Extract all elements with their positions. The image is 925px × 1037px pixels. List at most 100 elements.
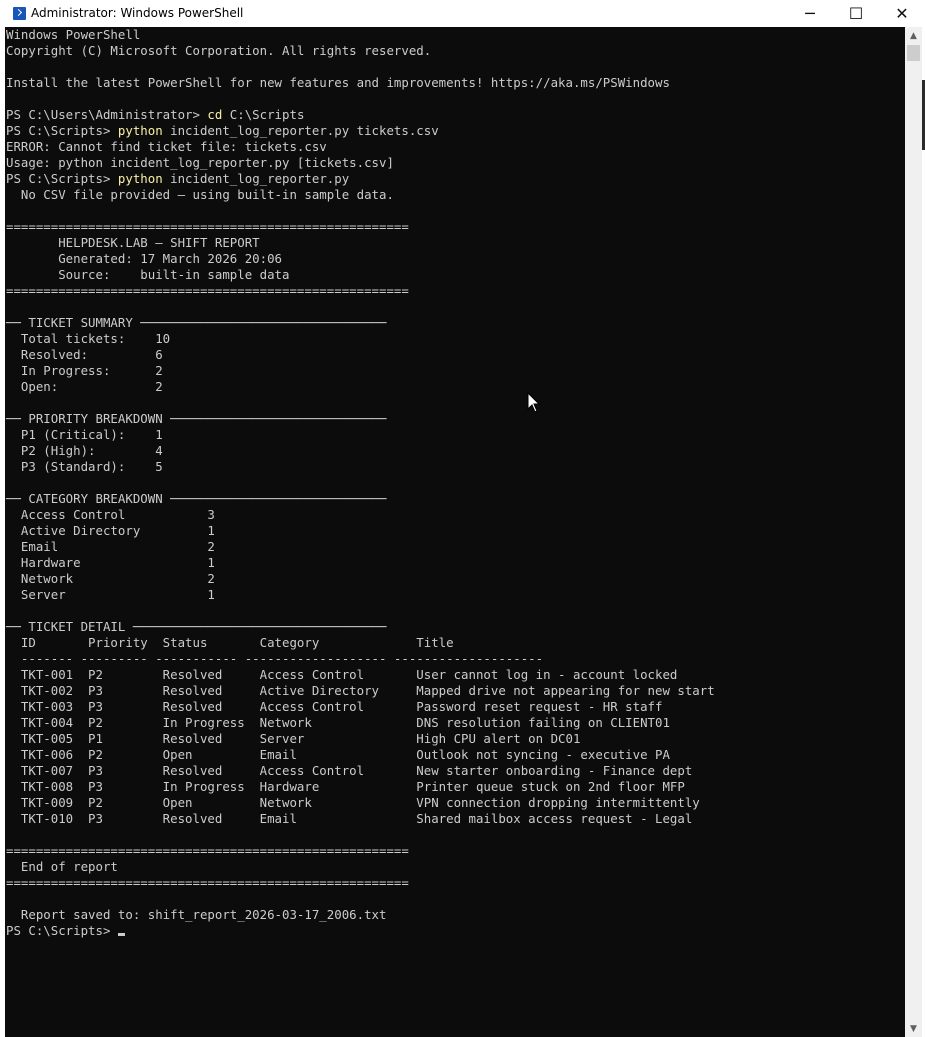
console-line: P3 (Standard): 5 [6, 459, 715, 475]
console-text: PS C:\Scripts> [6, 171, 118, 186]
console-line: TKT-005 P1 Resolved Server High CPU aler… [6, 731, 715, 747]
console-line: PS C:\Scripts> python incident_log_repor… [6, 123, 715, 139]
close-button[interactable]: ✕ [879, 0, 925, 26]
console-text: ========================================… [6, 843, 409, 858]
vertical-scrollbar[interactable]: ▲ ▼ [905, 27, 922, 1037]
console-line: Install the latest PowerShell for new fe… [6, 75, 715, 91]
console-text: ID Priority Status Category Title [6, 635, 454, 650]
console-line: PS C:\Users\Administrator> cd C:\Scripts [6, 107, 715, 123]
command-keyword: python [117, 123, 163, 138]
console-text: Install the latest PowerShell for new fe… [6, 75, 670, 90]
console-line: Active Directory 1 [6, 523, 715, 539]
console-line: In Progress: 2 [6, 363, 715, 379]
console-line: ERROR: Cannot find ticket file: tickets.… [6, 139, 715, 155]
console-text: Report saved to: shift_report_2026-03-17… [6, 907, 387, 922]
console-line: TKT-006 P2 Open Email Outlook not syncin… [6, 747, 715, 763]
console-line: TKT-009 P2 Open Network VPN connection d… [6, 795, 715, 811]
scroll-thumb[interactable] [907, 45, 920, 61]
console-text: P1 (Critical): 1 [6, 427, 163, 442]
console-text: ========================================… [6, 219, 409, 234]
console-line: Resolved: 6 [6, 347, 715, 363]
caption-buttons: ─ ☐ ✕ [787, 0, 925, 26]
console-text: TKT-001 P2 Resolved Access Control User … [6, 667, 678, 682]
powershell-icon [13, 6, 26, 20]
console-line: ========================================… [6, 843, 715, 859]
console-text: TKT-008 P3 In Progress Hardware Printer … [6, 779, 685, 794]
console-text: No CSV file provided — using built-in sa… [6, 187, 394, 202]
command-keyword: python [117, 171, 163, 186]
console-line: ── TICKET SUMMARY ──────────────────────… [6, 315, 715, 331]
console-line: Network 2 [6, 571, 715, 587]
console-text: HELPDESK.LAB — SHIFT REPORT [6, 235, 260, 250]
console-line: Server 1 [6, 587, 715, 603]
title-bar[interactable]: Administrator: Windows PowerShell ─ ☐ ✕ [0, 0, 925, 26]
console-line: Open: 2 [6, 379, 715, 395]
console-line: ========================================… [6, 875, 715, 891]
console-line: ── TICKET DETAIL ───────────────────────… [6, 619, 715, 635]
console-line: TKT-002 P3 Resolved Active Directory Map… [6, 683, 715, 699]
console-text: TKT-004 P2 In Progress Network DNS resol… [6, 715, 670, 730]
console-line: Generated: 17 March 2026 20:06 [6, 251, 715, 267]
console-text: End of report [6, 859, 118, 874]
console-text: Hardware 1 [6, 555, 215, 570]
console-line: TKT-007 P3 Resolved Access Control New s… [6, 763, 715, 779]
scroll-up-icon[interactable]: ▲ [905, 27, 922, 44]
console-text: PS C:\Scripts> [6, 923, 118, 938]
console-text: PS C:\Scripts> [6, 123, 118, 138]
console-line: P2 (High): 4 [6, 443, 715, 459]
console-text: TKT-006 P2 Open Email Outlook not syncin… [6, 747, 670, 762]
console-text: ========================================… [6, 283, 409, 298]
console-line: Total tickets: 10 [6, 331, 715, 347]
console-text: P2 (High): 4 [6, 443, 163, 458]
console-text: ── CATEGORY BREAKDOWN ──────────────────… [6, 491, 387, 506]
console-line: Usage: python incident_log_reporter.py [… [6, 155, 715, 171]
console-line: ── PRIORITY BREAKDOWN ──────────────────… [6, 411, 715, 427]
console-text: Resolved: 6 [6, 347, 163, 362]
console-text: Open: 2 [6, 379, 163, 394]
console-line: Hardware 1 [6, 555, 715, 571]
console-text: Copyright (C) Microsoft Corporation. All… [6, 43, 432, 58]
console-text: TKT-005 P1 Resolved Server High CPU aler… [6, 731, 581, 746]
console-line: Source: built-in sample data [6, 267, 715, 283]
scroll-down-icon[interactable]: ▼ [905, 1020, 922, 1037]
console-text: Active Directory 1 [6, 523, 215, 538]
console-line: Copyright (C) Microsoft Corporation. All… [6, 43, 715, 59]
console-line: Windows PowerShell [6, 27, 715, 43]
mouse-pointer-icon [527, 392, 541, 413]
console-line: Report saved to: shift_report_2026-03-17… [6, 907, 715, 923]
command-keyword: cd [207, 107, 223, 122]
command-args: incident_log_reporter.py [162, 171, 350, 186]
console-text: TKT-010 P3 Resolved Email Shared mailbox… [6, 811, 693, 826]
console-text: Server 1 [6, 587, 215, 602]
console-text: Email 2 [6, 539, 215, 554]
console-text: Source: built-in sample data [6, 267, 290, 282]
console-line: ========================================… [6, 219, 715, 235]
console-text: ── TICKET SUMMARY ──────────────────────… [6, 315, 387, 330]
console-text: ── TICKET DETAIL ───────────────────────… [6, 619, 387, 634]
maximize-button[interactable]: ☐ [833, 0, 879, 26]
console-line: TKT-003 P3 Resolved Access Control Passw… [6, 699, 715, 715]
console-text: TKT-003 P3 Resolved Access Control Passw… [6, 699, 663, 714]
text-cursor [117, 933, 125, 936]
minimize-button[interactable]: ─ [787, 0, 833, 26]
console-text: ========================================… [6, 875, 409, 890]
console-output[interactable]: Windows PowerShell Copyright (C) Microsof… [5, 27, 905, 1037]
console-line: ========================================… [6, 283, 715, 299]
console-text: ------- --------- ----------- ----------… [6, 651, 544, 666]
console-line: TKT-010 P3 Resolved Email Shared mailbox… [6, 811, 715, 827]
console-line: TKT-008 P3 In Progress Hardware Printer … [6, 779, 715, 795]
console-text: TKT-009 P2 Open Network VPN connection d… [6, 795, 700, 810]
console-text: TKT-007 P3 Resolved Access Control New s… [6, 763, 693, 778]
console-lines: Windows PowerShell Copyright (C) Microsof… [6, 27, 715, 939]
console-line: HELPDESK.LAB — SHIFT REPORT [6, 235, 715, 251]
console-line: ID Priority Status Category Title [6, 635, 715, 651]
console-text: ERROR: Cannot find ticket file: tickets.… [6, 139, 327, 154]
